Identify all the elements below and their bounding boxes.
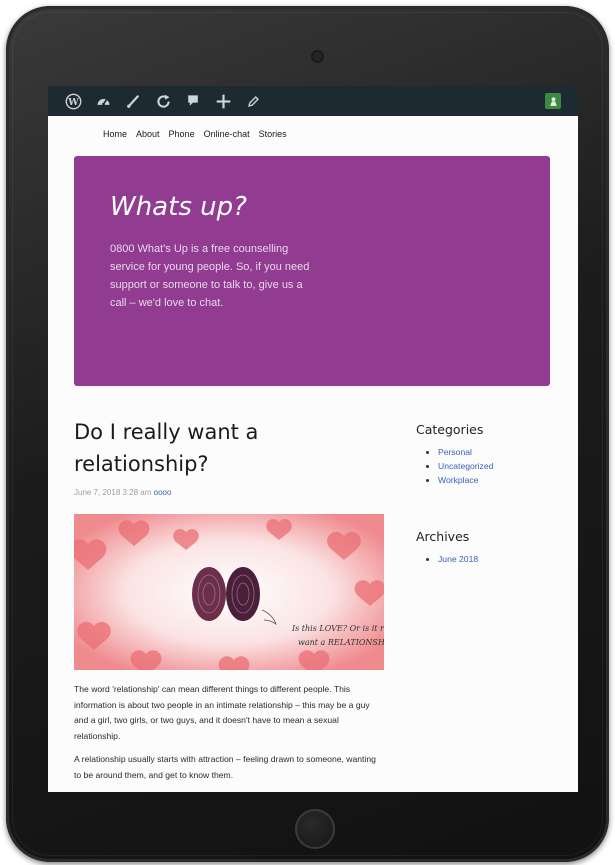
list-item: Uncategorized — [438, 459, 556, 473]
post-paragraph: A relationship usually starts with attra… — [74, 754, 376, 780]
post-paragraph: The word 'relationship' can mean differe… — [74, 684, 370, 741]
post-featured-image: Is this LOVE? Or is it really want a REL… — [74, 514, 384, 670]
edit-icon[interactable] — [238, 86, 268, 116]
home-button[interactable] — [295, 809, 335, 849]
categories-widget: Categories Personal Uncategorized Workpl… — [416, 422, 556, 487]
avatar — [545, 93, 561, 109]
post-meta: June 7, 2018 3:28 am oooo — [74, 488, 171, 497]
categories-title: Categories — [416, 422, 484, 437]
archives-widget: Archives June 2018 — [416, 529, 556, 566]
site-nav: Home About Phone Online-chat Stories — [48, 116, 578, 152]
archives-title: Archives — [416, 529, 470, 544]
new-content-icon[interactable] — [208, 86, 238, 116]
camera-icon — [313, 52, 322, 61]
dashboard-icon[interactable] — [88, 86, 118, 116]
list-item: June 2018 — [438, 552, 556, 566]
post-title[interactable]: Do I really want a relationship? — [74, 416, 324, 480]
nav-item-about[interactable]: About — [136, 129, 160, 139]
nav-item-stories[interactable]: Stories — [259, 129, 287, 139]
category-link-workplace[interactable]: Workplace — [438, 475, 478, 485]
nav-item-home[interactable]: Home — [103, 129, 127, 139]
post-author-link[interactable]: oooo — [154, 488, 172, 497]
wordpress-icon[interactable]: W — [58, 86, 88, 116]
comments-icon[interactable] — [178, 86, 208, 116]
image-caption-line2: want a RELATIONSHIP? — [298, 638, 384, 647]
site-description: 0800 What's Up is a free counselling ser… — [110, 243, 310, 309]
list-item: Workplace — [438, 473, 556, 487]
user-avatar-icon[interactable] — [538, 86, 568, 116]
category-link-uncategorized[interactable]: Uncategorized — [438, 461, 493, 471]
nav-item-phone[interactable]: Phone — [169, 129, 195, 139]
post-content: The word 'relationship' can mean differe… — [74, 682, 378, 791]
hero-banner: Whats up? 0800 What's Up is a free couns… — [74, 156, 550, 386]
image-caption-line1: Is this LOVE? Or is it really — [291, 624, 384, 633]
categories-list: Personal Uncategorized Workplace — [416, 445, 556, 487]
updates-icon[interactable] — [148, 86, 178, 116]
site-title: Whats up? — [110, 192, 247, 222]
archives-list: June 2018 — [416, 552, 556, 566]
admin-bar: W — [48, 86, 578, 116]
browser-screen: W Home About Phone Online-chat Stories W… — [48, 86, 578, 792]
archive-link-june-2018[interactable]: June 2018 — [438, 554, 478, 564]
nav-item-online-chat[interactable]: Online-chat — [204, 129, 250, 139]
post-date[interactable]: June 7, 2018 3:28 am — [74, 488, 151, 497]
svg-text:W: W — [67, 96, 79, 107]
list-item: Personal — [438, 445, 556, 459]
customize-brush-icon[interactable] — [118, 86, 148, 116]
category-link-personal[interactable]: Personal — [438, 447, 472, 457]
